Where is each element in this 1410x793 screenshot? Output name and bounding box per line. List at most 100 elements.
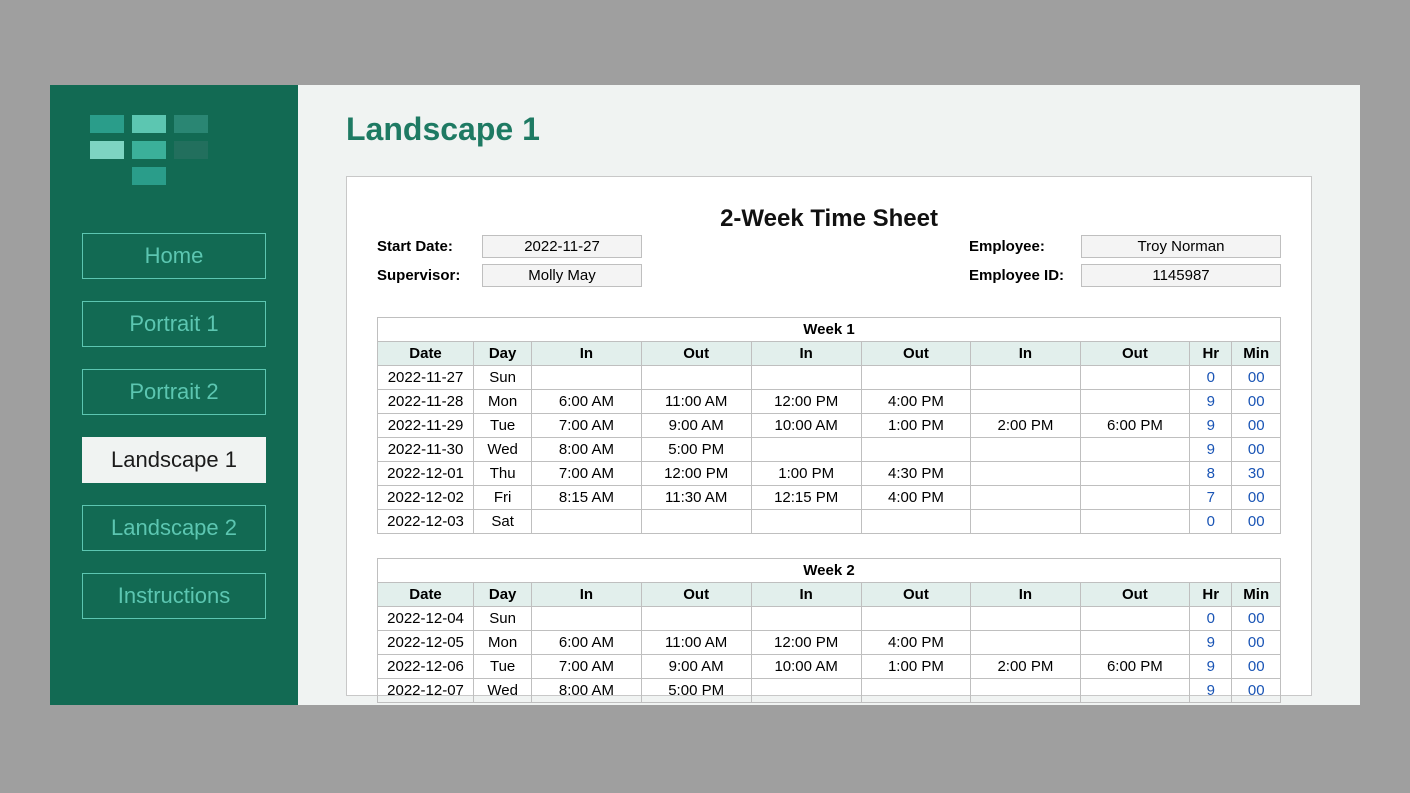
cell-out[interactable]: [1080, 607, 1189, 631]
column-header: Hr: [1190, 583, 1232, 607]
cell-out[interactable]: [861, 607, 970, 631]
sidebar-item-home[interactable]: Home: [82, 233, 266, 279]
cell-out[interactable]: [1080, 510, 1189, 534]
cell-out[interactable]: 6:00 PM: [1080, 414, 1189, 438]
employee-value[interactable]: Troy Norman: [1081, 235, 1281, 258]
sidebar-item-label: Portrait 1: [129, 311, 218, 336]
cell-out[interactable]: [641, 366, 751, 390]
cell-out[interactable]: 5:00 PM: [641, 679, 751, 703]
cell-min: 30: [1232, 462, 1281, 486]
cell-in[interactable]: 2:00 PM: [971, 655, 1080, 679]
cell-out[interactable]: 9:00 AM: [641, 655, 751, 679]
cell-in[interactable]: 10:00 AM: [751, 414, 861, 438]
cell-out[interactable]: [1080, 438, 1189, 462]
employee-line: Employee: Troy Norman: [969, 235, 1281, 258]
cell-in[interactable]: [971, 607, 1080, 631]
cell-out[interactable]: 4:00 PM: [861, 390, 970, 414]
cell-out[interactable]: 1:00 PM: [861, 414, 970, 438]
cell-in[interactable]: 6:00 AM: [532, 390, 641, 414]
cell-in[interactable]: 7:00 AM: [532, 462, 641, 486]
sidebar-item-landscape-1[interactable]: Landscape 1: [82, 437, 266, 483]
cell-in[interactable]: [971, 679, 1080, 703]
cell-in[interactable]: 1:00 PM: [751, 462, 861, 486]
column-header: Date: [378, 342, 474, 366]
cell-out[interactable]: 11:30 AM: [641, 486, 751, 510]
cell-out[interactable]: [861, 679, 970, 703]
column-header: Hr: [1190, 342, 1232, 366]
cell-in[interactable]: 7:00 AM: [532, 414, 641, 438]
cell-in[interactable]: 10:00 AM: [751, 655, 861, 679]
cell-in[interactable]: [971, 438, 1080, 462]
cell-in[interactable]: 7:00 AM: [532, 655, 641, 679]
sidebar-item-portrait-1[interactable]: Portrait 1: [82, 301, 266, 347]
cell-in[interactable]: 8:00 AM: [532, 438, 641, 462]
cell-out[interactable]: [1080, 462, 1189, 486]
cell-date: 2022-11-27: [378, 366, 474, 390]
column-header: In: [971, 583, 1080, 607]
cell-out[interactable]: 4:00 PM: [861, 486, 970, 510]
cell-out[interactable]: 11:00 AM: [641, 390, 751, 414]
cell-in[interactable]: 6:00 AM: [532, 631, 641, 655]
cell-out[interactable]: 12:00 PM: [641, 462, 751, 486]
cell-out[interactable]: 4:30 PM: [861, 462, 970, 486]
cell-in[interactable]: [751, 510, 861, 534]
cell-in[interactable]: [971, 366, 1080, 390]
cell-out[interactable]: 1:00 PM: [861, 655, 970, 679]
cell-in[interactable]: [532, 607, 641, 631]
cell-out[interactable]: [861, 510, 970, 534]
sidebar-item-landscape-2[interactable]: Landscape 2: [82, 505, 266, 551]
cell-in[interactable]: 12:15 PM: [751, 486, 861, 510]
cell-in[interactable]: [751, 679, 861, 703]
cell-out[interactable]: [641, 607, 751, 631]
cell-out[interactable]: [1080, 366, 1189, 390]
cell-out[interactable]: 9:00 AM: [641, 414, 751, 438]
cell-in[interactable]: [532, 510, 641, 534]
info-block-left: Start Date: 2022-11-27 Supervisor: Molly…: [377, 235, 642, 287]
cell-min: 00: [1232, 510, 1281, 534]
table-row: 2022-12-06Tue7:00 AM9:00 AM10:00 AM1:00 …: [378, 655, 1281, 679]
start-date-line: Start Date: 2022-11-27: [377, 235, 642, 258]
cell-out[interactable]: [861, 438, 970, 462]
supervisor-value[interactable]: Molly May: [482, 264, 642, 287]
cell-out[interactable]: 11:00 AM: [641, 631, 751, 655]
cell-in[interactable]: [971, 510, 1080, 534]
column-header: Day: [474, 583, 532, 607]
sidebar-item-instructions[interactable]: Instructions: [82, 573, 266, 619]
cell-in[interactable]: [532, 366, 641, 390]
cell-in[interactable]: 8:15 AM: [532, 486, 641, 510]
cell-in[interactable]: [751, 607, 861, 631]
cell-in[interactable]: 12:00 PM: [751, 390, 861, 414]
cell-in[interactable]: [751, 366, 861, 390]
cell-hr: 9: [1190, 414, 1232, 438]
table-row: 2022-11-27Sun000: [378, 366, 1281, 390]
column-header: Date: [378, 583, 474, 607]
cell-out[interactable]: [1080, 390, 1189, 414]
cell-out[interactable]: [1080, 679, 1189, 703]
cell-in[interactable]: [971, 631, 1080, 655]
cell-in[interactable]: 8:00 AM: [532, 679, 641, 703]
cell-in[interactable]: [971, 462, 1080, 486]
cell-out[interactable]: [861, 366, 970, 390]
cell-hr: 0: [1190, 510, 1232, 534]
cell-hr: 9: [1190, 631, 1232, 655]
cell-out[interactable]: 6:00 PM: [1080, 655, 1189, 679]
start-date-value[interactable]: 2022-11-27: [482, 235, 642, 258]
cell-out[interactable]: [1080, 486, 1189, 510]
column-header: Out: [1080, 583, 1189, 607]
employee-id-value[interactable]: 1145987: [1081, 264, 1281, 287]
cell-min: 00: [1232, 679, 1281, 703]
sidebar-item-label: Landscape 2: [111, 515, 237, 540]
cell-hr: 8: [1190, 462, 1232, 486]
cell-in[interactable]: [971, 390, 1080, 414]
cell-in[interactable]: 12:00 PM: [751, 631, 861, 655]
sidebar-item-portrait-2[interactable]: Portrait 2: [82, 369, 266, 415]
cell-out[interactable]: [1080, 631, 1189, 655]
cell-out[interactable]: 4:00 PM: [861, 631, 970, 655]
cell-out[interactable]: 5:00 PM: [641, 438, 751, 462]
cell-in[interactable]: [751, 438, 861, 462]
cell-hr: 0: [1190, 607, 1232, 631]
cell-in[interactable]: [971, 486, 1080, 510]
sidebar: Home Portrait 1 Portrait 2 Landscape 1 Lands…: [50, 85, 298, 705]
cell-out[interactable]: [641, 510, 751, 534]
cell-in[interactable]: 2:00 PM: [971, 414, 1080, 438]
